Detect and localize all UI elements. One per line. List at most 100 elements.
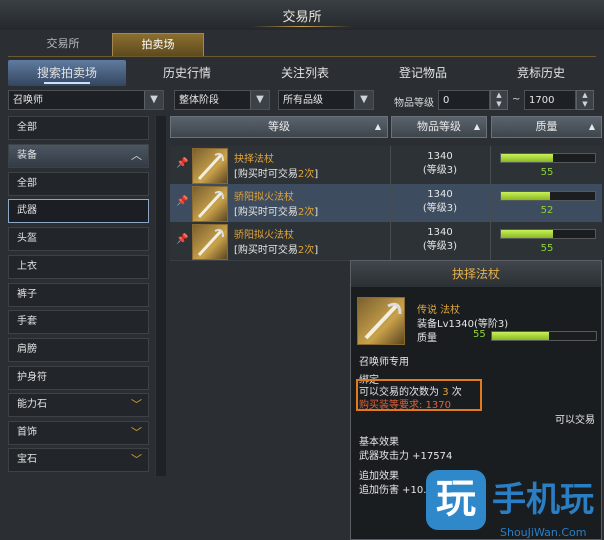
sidebar-item-label: 宝石 bbox=[17, 454, 37, 465]
sidebar-item-label: 上衣 bbox=[17, 261, 37, 272]
table-row[interactable]: 📌 骄阳拟火法杖 [购买时可交易2次] 1340 (等级3) 52 bbox=[170, 184, 602, 223]
sidebar-item-equipment-all[interactable]: 全部 bbox=[8, 172, 149, 196]
header-item-level-label: 物品等级 bbox=[417, 120, 461, 133]
staff-icon bbox=[192, 224, 228, 260]
window-title: 交易所 bbox=[0, 6, 604, 27]
quality-value: 55 bbox=[540, 167, 554, 178]
sidebar-scrollbar[interactable] bbox=[155, 116, 166, 476]
sidebar-item-label: 全部 bbox=[17, 178, 37, 189]
sidebar-item-amulet[interactable]: 护身符 bbox=[8, 366, 149, 390]
chevron-down-icon: ﹀ bbox=[131, 453, 142, 466]
quality-bar bbox=[500, 229, 596, 239]
item-name: 抉择法杖 bbox=[234, 154, 274, 165]
sidebar-item-top[interactable]: 上衣 bbox=[8, 255, 149, 279]
sidebar-item-label: 首饰 bbox=[17, 427, 37, 438]
quality-value: 52 bbox=[540, 205, 554, 216]
trade-condition: [购买时可交易2次] bbox=[234, 169, 319, 180]
tooltip-class-only: 召唤师专用 bbox=[359, 357, 409, 368]
sort-icon: ▲ bbox=[588, 122, 595, 131]
tooltip-extra-title: 追加效果 bbox=[359, 471, 399, 482]
watermark-logo-icon: 玩 bbox=[426, 470, 486, 530]
tooltip-quality-label: 质量 bbox=[417, 333, 437, 344]
sort-icon: ▲ bbox=[473, 122, 480, 131]
tab-exchange[interactable]: 交易所 bbox=[18, 33, 108, 55]
chevron-down-icon: ﹀ bbox=[131, 426, 142, 439]
tooltip-equip-level: 装备Lv1340(等阶3) bbox=[417, 319, 509, 330]
table-row[interactable]: 📌 骄阳拟火法杖 [购买时可交易2次] 1340 (等级3) 55 bbox=[170, 222, 602, 261]
staff-icon bbox=[357, 297, 405, 345]
subtab-register[interactable]: 登记物品 bbox=[364, 60, 482, 86]
chevron-up-icon: ︿ bbox=[131, 149, 142, 162]
watermark-text: 手机玩 bbox=[492, 480, 594, 520]
quality-bar bbox=[500, 153, 596, 163]
table-row[interactable]: 📌 抉择法杖 [购买时可交易2次] 1340 (等级3) 55 bbox=[170, 146, 602, 185]
category-sidebar: 全部 装备 ︿ 全部 武器 头盔 上衣 裤子 手套 肩膀 护身符 能力石 ﹀ 首饰 ﹀… bbox=[8, 116, 151, 476]
sidebar-item-label: 装备 bbox=[17, 150, 37, 161]
sidebar-item-all[interactable]: 全部 bbox=[8, 116, 149, 140]
watermark: 玩 手机玩 ShouJiWan.Com bbox=[418, 470, 604, 540]
item-level: 1340 (等级3) bbox=[422, 227, 458, 252]
sidebar-item-label: 肩膀 bbox=[17, 344, 37, 355]
sub-tabs: 搜索拍卖场 历史行情 关注列表 登记物品 竞标历史 bbox=[8, 60, 596, 86]
tooltip-quality-bar bbox=[491, 331, 597, 341]
header-quality-label: 质量 bbox=[535, 120, 558, 133]
item-name: 骄阳拟火法杖 bbox=[234, 192, 294, 203]
item-level: 1340 (等级3) bbox=[422, 151, 458, 176]
tooltip-requirement: 购买装等要求: 1370 bbox=[359, 400, 451, 411]
header-item-level[interactable]: 物品等级 ▲ bbox=[391, 116, 487, 138]
sidebar-item-gloves[interactable]: 手套 bbox=[8, 310, 149, 334]
max-level-stepper[interactable]: ▲ ▼ bbox=[576, 90, 594, 110]
min-level-stepper[interactable]: ▲ ▼ bbox=[490, 90, 508, 110]
subtab-history[interactable]: 历史行情 bbox=[128, 60, 246, 86]
subtab-watchlist[interactable]: 关注列表 bbox=[246, 60, 364, 86]
sidebar-item-shoulders[interactable]: 肩膀 bbox=[8, 338, 149, 362]
sidebar-item-helmet[interactable]: 头盔 bbox=[8, 227, 149, 251]
sidebar-item-equipment[interactable]: 装备 ︿ bbox=[8, 144, 149, 168]
pin-icon[interactable]: 📌 bbox=[176, 196, 188, 207]
sidebar-item-gem[interactable]: 宝石 ﹀ bbox=[8, 448, 149, 472]
sidebar-item-label: 护身符 bbox=[17, 372, 47, 383]
max-level-input[interactable]: 1700 bbox=[524, 90, 576, 110]
tooltip-base-value: 武器攻击力 +17574 bbox=[359, 451, 453, 462]
quality-value: 55 bbox=[540, 243, 554, 254]
pin-icon[interactable]: 📌 bbox=[176, 234, 188, 245]
stage-select[interactable]: 整体阶段 ▼ bbox=[174, 90, 270, 110]
header-level[interactable]: 等级 ▲ bbox=[170, 116, 388, 138]
sidebar-item-accessory[interactable]: 首饰 ﹀ bbox=[8, 421, 149, 445]
stage-select-value: 整体阶段 bbox=[179, 95, 219, 106]
item-level: 1340 (等级3) bbox=[422, 189, 458, 214]
title-bar: 交易所 bbox=[0, 0, 604, 30]
tooltip-title: 抉择法杖 bbox=[351, 261, 601, 287]
grade-select-value: 所有品级 bbox=[283, 95, 323, 106]
class-select[interactable]: 召唤师 ▼ bbox=[8, 90, 164, 110]
subtab-search[interactable]: 搜索拍卖场 bbox=[8, 60, 126, 86]
sidebar-item-weapon[interactable]: 武器 bbox=[8, 199, 149, 223]
tooltip-quality-value: 55 bbox=[473, 329, 486, 340]
tooltip-extra-value: 追加伤害 +10. bbox=[359, 485, 427, 496]
grade-select[interactable]: 所有品级 ▼ bbox=[278, 90, 374, 110]
watermark-url: ShouJiWan.Com bbox=[500, 526, 587, 539]
subtab-bid-history[interactable]: 竞标历史 bbox=[482, 60, 600, 86]
sidebar-item-label: 头盔 bbox=[17, 233, 37, 244]
chevron-down-icon[interactable]: ▼ bbox=[354, 91, 373, 109]
quality-bar bbox=[500, 191, 596, 201]
chevron-down-icon[interactable]: ▼ bbox=[250, 91, 269, 109]
item-level-label: 物品等级 bbox=[394, 98, 434, 109]
chevron-down-icon: ﹀ bbox=[131, 398, 142, 411]
header-quality[interactable]: 质量 ▲ bbox=[491, 116, 602, 138]
tab-auction[interactable]: 拍卖场 bbox=[112, 33, 204, 56]
filter-bar: 召唤师 ▼ 整体阶段 ▼ 所有品级 ▼ 物品等级 0 ▲ ▼ ~ 1700 ▲ ▼ bbox=[8, 90, 602, 112]
main-tabs: 交易所 拍卖场 bbox=[8, 30, 596, 57]
chevron-down-icon[interactable]: ▼ bbox=[144, 91, 163, 109]
item-name: 骄阳拟火法杖 bbox=[234, 230, 294, 241]
class-select-value: 召唤师 bbox=[13, 95, 43, 106]
sidebar-item-ability-stone[interactable]: 能力石 ﹀ bbox=[8, 393, 149, 417]
trade-condition: [购买时可交易2次] bbox=[234, 245, 319, 256]
sort-icon: ▲ bbox=[374, 122, 381, 131]
range-separator: ~ bbox=[512, 94, 521, 105]
sidebar-item-pants[interactable]: 裤子 bbox=[8, 283, 149, 307]
min-level-input[interactable]: 0 bbox=[438, 90, 490, 110]
pin-icon[interactable]: 📌 bbox=[176, 158, 188, 169]
sidebar-item-label: 手套 bbox=[17, 316, 37, 327]
tooltip-base-title: 基本效果 bbox=[359, 437, 399, 448]
